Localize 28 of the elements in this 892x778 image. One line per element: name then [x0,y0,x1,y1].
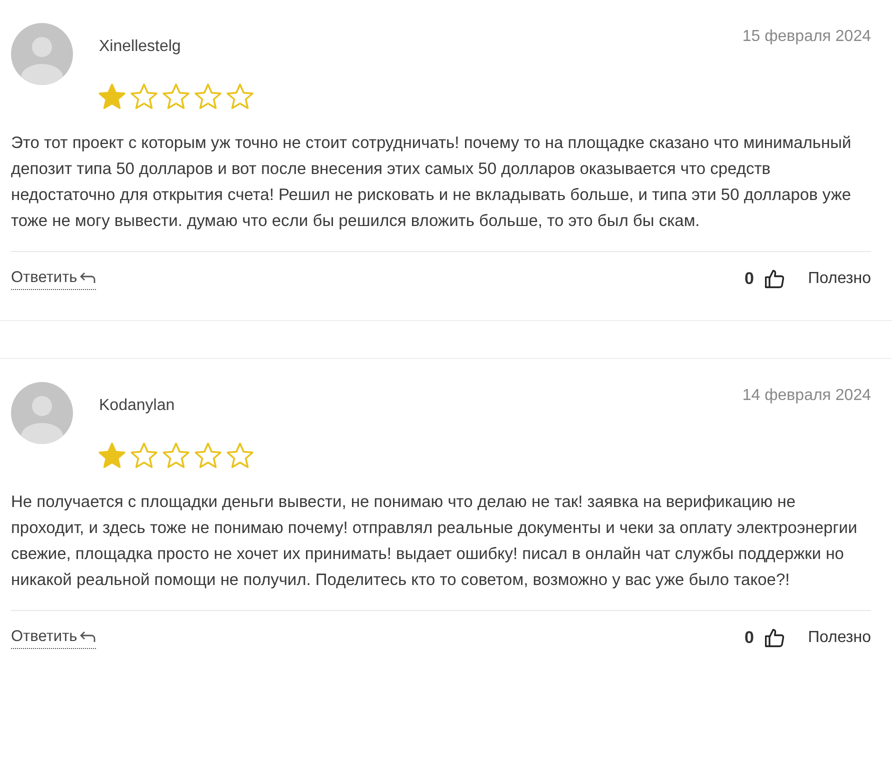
review-date: 14 февраля 2024 [742,387,871,405]
reply-arrow-icon [79,630,96,642]
star-icon [97,82,127,112]
author-name: Xinellestelg [99,38,182,56]
review-date: 15 февраля 2024 [742,28,871,46]
star-icon [129,82,159,112]
star-icon [97,441,127,471]
star-icon [193,441,223,471]
thumbs-up-icon[interactable] [764,268,786,290]
reply-arrow-icon [79,272,96,284]
author-name: Kodanylan [99,397,176,415]
avatar-icon [11,382,73,444]
helpful-button[interactable]: Полезно [796,629,871,647]
avatar-icon [11,23,73,85]
star-icon [161,441,191,471]
like-count: 0 [744,269,754,289]
like-count: 0 [744,628,754,648]
star-icon [161,82,191,112]
star-icon [225,441,255,471]
thumbs-up-icon[interactable] [764,627,786,649]
reply-link[interactable]: Ответить [11,268,96,290]
helpful-button[interactable]: Полезно [796,270,871,288]
star-icon [193,82,223,112]
review-text: Не получается с площадки деньги вывести, не понимаю что делаю не так! заявка на верификацию не проходит, и здесь тоже не понимаю почему! отправлял реальные документы и чеки за оплату электроэнергии свежие, площадка просто не хочет их принимать! выдает ошибку! писал в онлайн чат службы поддержки но никакой реальной помощи не получил. Поделитесь кто то советом, возможно у вас уже было такое?! [11,492,858,591]
star-icon [225,82,255,112]
review-text: Это тот проект с которым уж точно не стоит сотрудничать! почему то на площадке сказано что минимальный депозит типа 50 долларов и вот после внесения этих самых 50 долларов оказывается что средств недостаточно для открытия счета! Решил не рисковать и не вкладывать больше, и типа эти 50 долларов уже тоже не могу вывести. думаю что если бы решился вложить больше, то это был бы скам. [11,133,852,232]
star-icon [129,441,159,471]
reply-link[interactable]: Ответить [11,628,96,648]
